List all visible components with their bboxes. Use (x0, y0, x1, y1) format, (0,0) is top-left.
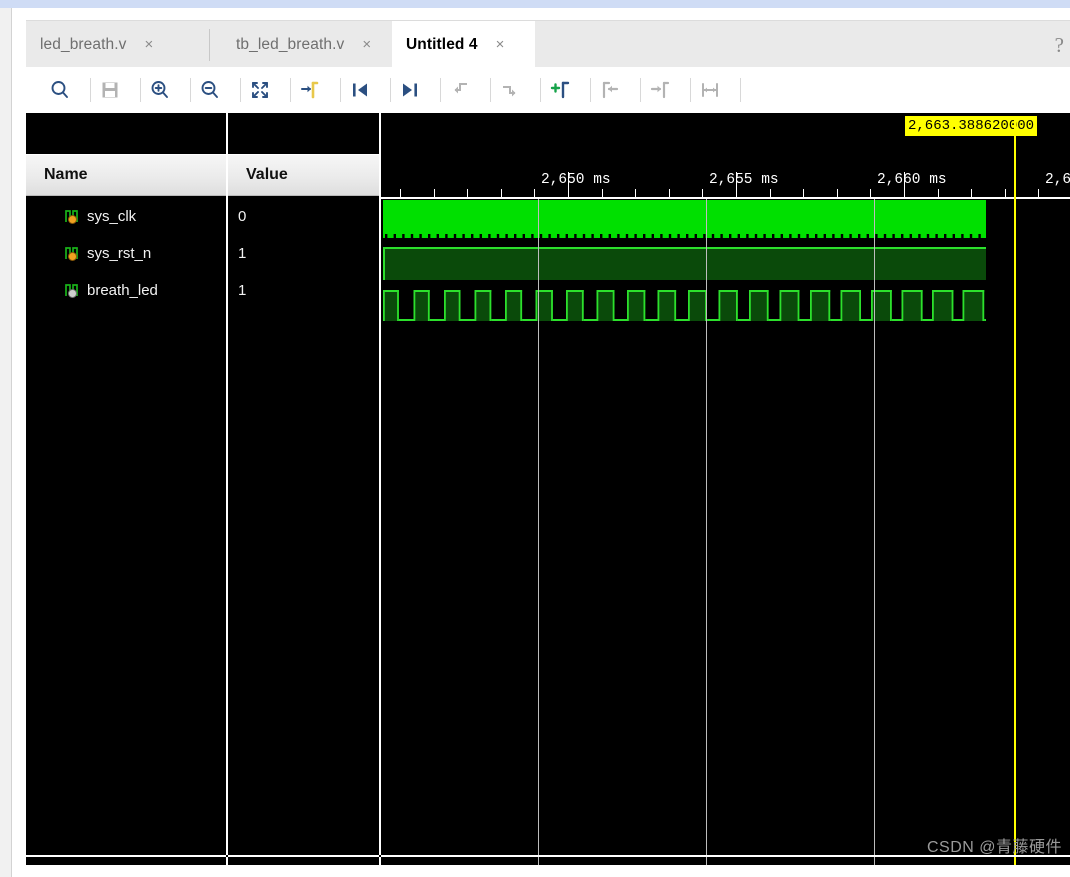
waveform-trace-sys-rst-n[interactable] (381, 246, 986, 286)
toolbar-divider (490, 78, 491, 102)
time-gridline-cursor[interactable] (538, 199, 539, 865)
go-to-time-icon[interactable] (292, 72, 328, 108)
signal-values-panel: Value 0 1 1 (228, 113, 381, 865)
ruler-time-label: 2,655 ms (709, 172, 779, 188)
previous-marker-icon (592, 72, 628, 108)
save-icon (92, 72, 128, 108)
waveform-trace-sys-clk[interactable] (381, 200, 986, 244)
bottom-divider (26, 855, 1070, 857)
primary-marker-cursor[interactable] (1014, 116, 1016, 865)
waveform-canvas[interactable]: 2,650 ms 2,655 ms 2,660 ms 2,6 2,663.388620… (381, 113, 1070, 865)
toolbar-divider (90, 78, 91, 102)
tab-label: Untitled 4 (406, 35, 478, 53)
signal-row-breath-led[interactable]: breath_led (26, 272, 226, 309)
value-column-header-label: Value (246, 166, 288, 183)
tab-label: tb_led_breath.v (236, 35, 345, 53)
toolbar-divider (240, 78, 241, 102)
signal-input-icon (64, 246, 81, 262)
undo-zoom-icon (442, 72, 478, 108)
tab-label: led_breath.v (40, 35, 127, 53)
previous-transition-icon[interactable] (342, 72, 378, 108)
signal-input-icon (64, 209, 81, 225)
time-gridline-cursor[interactable] (874, 199, 875, 865)
tab-close-icon[interactable]: × (145, 37, 154, 52)
signal-direction-badge (68, 214, 77, 224)
ruler-time-label: 2,6 (1045, 172, 1070, 188)
name-column-header-label: Name (44, 166, 88, 183)
value-column-header: Value (228, 154, 379, 196)
toolbar-divider (440, 78, 441, 102)
measure-icon (692, 72, 728, 108)
add-marker-icon[interactable] (542, 72, 578, 108)
signal-value-label: 0 (238, 208, 247, 225)
tab-bar: ? led_breath.v × tb_led_breath.v × Untitled … (26, 20, 1070, 68)
time-gridline-cursor[interactable] (706, 199, 707, 865)
waveform-trace-breath-led[interactable] (381, 288, 986, 328)
tab-separator (209, 29, 210, 61)
signal-value-sys-clk: 0 (228, 198, 379, 235)
bottom-divider-gap-1 (226, 855, 228, 857)
tab-close-icon[interactable]: × (496, 37, 505, 52)
bottom-divider-gap-2 (379, 855, 381, 857)
signal-value-label: 1 (238, 282, 247, 299)
tab-tb-led-breath-v[interactable]: tb_led_breath.v × (222, 21, 418, 68)
left-dock-spacer (12, 8, 26, 877)
waveform-viewer-window: ? led_breath.v × tb_led_breath.v × Untitled … (0, 0, 1070, 877)
tab-led-breath-v[interactable]: led_breath.v × (26, 21, 196, 68)
name-column-header: Name (26, 154, 226, 196)
next-marker-icon (642, 72, 678, 108)
toolbar-divider (540, 78, 541, 102)
zoom-fit-icon[interactable] (242, 72, 278, 108)
tab-close-icon[interactable]: × (362, 37, 371, 52)
signal-name-label: sys_rst_n (87, 245, 152, 262)
watermark-text: CSDN @青藤硬件 (926, 839, 1062, 856)
time-ruler[interactable]: 2,650 ms 2,655 ms 2,660 ms 2,6 (381, 158, 1070, 198)
redo-zoom-icon (492, 72, 528, 108)
tab-untitled-4[interactable]: Untitled 4 × (392, 21, 535, 68)
marker-time-flag[interactable]: 2,663.388620000 (905, 116, 1038, 136)
toolbar-divider (290, 78, 291, 102)
signal-row-sys-rst-n[interactable]: sys_rst_n (26, 235, 226, 272)
help-icon[interactable]: ? (1055, 33, 1064, 58)
toolbar-divider (640, 78, 641, 102)
toolbar-divider (340, 78, 341, 102)
signal-direction-badge (68, 251, 77, 261)
signal-value-sys-rst-n: 1 (228, 235, 379, 272)
ruler-time-label: 2,650 ms (541, 172, 611, 188)
signal-names-panel: Name sys_clk sys_rst_n breath_led (26, 113, 228, 865)
signal-row-sys-clk[interactable]: sys_clk (26, 198, 226, 235)
waveform-toolbar (26, 67, 1070, 114)
next-transition-icon[interactable] (392, 72, 428, 108)
toolbar-divider (390, 78, 391, 102)
signal-value-breath-led: 1 (228, 272, 379, 309)
zoom-out-icon[interactable] (192, 72, 228, 108)
toolbar-divider (690, 78, 691, 102)
window-top-accent (0, 0, 1070, 8)
signal-direction-badge (68, 288, 77, 298)
toolbar-divider (190, 78, 191, 102)
toolbar-divider (740, 78, 741, 102)
signal-value-label: 1 (238, 245, 247, 262)
zoom-in-icon[interactable] (142, 72, 178, 108)
signal-name-label: sys_clk (87, 208, 137, 225)
toolbar-divider (140, 78, 141, 102)
ruler-time-label: 2,660 ms (877, 172, 947, 188)
left-dock-rail (0, 8, 12, 877)
time-ruler-baseline (381, 197, 1070, 199)
signal-name-label: breath_led (87, 282, 158, 299)
signal-output-icon (64, 283, 81, 299)
waveform-main-area: Name sys_clk sys_rst_n breath_led Value 0 1… (26, 113, 1070, 865)
search-icon[interactable] (42, 72, 78, 108)
toolbar-divider (590, 78, 591, 102)
